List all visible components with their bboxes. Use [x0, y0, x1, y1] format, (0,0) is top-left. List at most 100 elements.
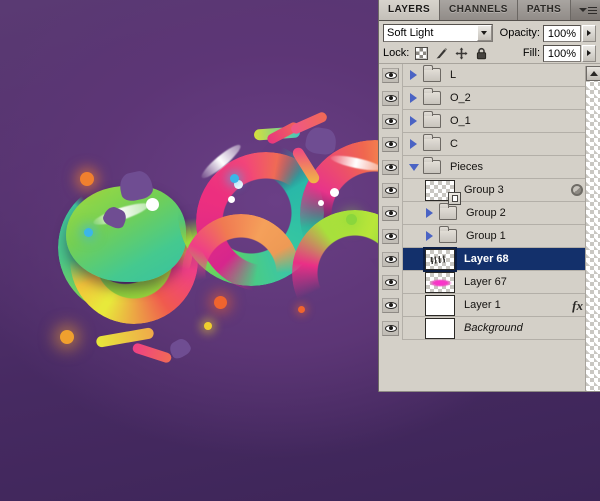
eye-icon — [384, 255, 397, 263]
chevron-right-icon — [587, 30, 591, 36]
eye-button[interactable] — [382, 228, 399, 244]
fill-label: Fill: — [522, 47, 540, 59]
layer-row-body[interactable]: Layer 1 fx — [403, 294, 600, 317]
fill-slider-button[interactable] — [582, 44, 596, 62]
layer-row[interactable]: Layer 68 — [379, 246, 600, 272]
layer-row[interactable]: Group 3 — [379, 178, 600, 205]
eye-button[interactable] — [382, 159, 399, 175]
chevron-down-icon — [481, 31, 488, 35]
layer-row[interactable]: O_1 — [379, 109, 600, 133]
chevron-right-icon — [410, 70, 417, 80]
layers-scrollbar[interactable] — [585, 66, 600, 392]
tab-paths[interactable]: PATHS — [517, 0, 572, 20]
layer-row-body[interactable]: Background — [403, 317, 600, 340]
eye-icon — [384, 163, 397, 171]
folder-icon — [423, 157, 441, 174]
layer-visibility-toggle[interactable] — [379, 178, 403, 202]
eye-button[interactable] — [382, 182, 399, 198]
layer-row-body[interactable]: Group 1 — [403, 225, 600, 248]
group-disclosure-triangle[interactable] — [423, 231, 436, 241]
layer-row-body[interactable]: Pieces — [403, 156, 600, 179]
eye-button[interactable] — [382, 136, 399, 152]
thumbnail-content — [429, 254, 451, 264]
eye-button[interactable] — [382, 67, 399, 83]
opacity-slider-button[interactable] — [582, 24, 596, 42]
layer-thumbnail[interactable] — [425, 317, 455, 339]
layer-row[interactable]: O_2 — [379, 86, 600, 110]
layer-row-body[interactable]: L — [403, 64, 600, 87]
eye-icon — [384, 324, 397, 332]
opacity-input[interactable]: 100% — [543, 24, 581, 42]
lock-buttons-group — [415, 46, 488, 60]
group-disclosure-triangle[interactable] — [407, 116, 420, 126]
group-disclosure-triangle[interactable] — [423, 208, 436, 218]
layer-name: Group 3 — [464, 184, 504, 196]
layer-row[interactable]: Layer 67 — [379, 270, 600, 294]
fx-icon[interactable]: fx — [572, 299, 583, 312]
panel-menu-icon[interactable] — [579, 4, 597, 16]
layer-visibility-toggle[interactable] — [379, 132, 403, 156]
layer-row-body[interactable]: Group 3 — [403, 179, 600, 205]
eye-icon — [384, 71, 397, 79]
fill-input[interactable]: 100% — [543, 44, 581, 62]
eye-button[interactable] — [382, 251, 399, 267]
layer-visibility-toggle[interactable] — [379, 63, 403, 87]
eye-button[interactable] — [382, 297, 399, 313]
lock-all-icon[interactable] — [475, 47, 488, 60]
layer-visibility-toggle[interactable] — [379, 247, 403, 271]
tab-channels[interactable]: CHANNELS — [440, 0, 518, 20]
layer-visibility-toggle[interactable] — [379, 293, 403, 317]
layer-row[interactable]: Pieces — [379, 155, 600, 179]
layer-visibility-toggle[interactable] — [379, 109, 403, 133]
chevron-right-icon — [587, 50, 591, 56]
layer-name: Layer 1 — [464, 299, 501, 311]
layer-row[interactable]: Layer 1 fx — [379, 293, 600, 317]
layer-thumbnail[interactable] — [425, 271, 455, 293]
group-disclosure-triangle[interactable] — [407, 70, 420, 80]
artwork-highlight-dot-center-2 — [228, 196, 235, 203]
group-disclosure-triangle[interactable] — [407, 163, 420, 171]
panel-menu-triangle-icon — [579, 8, 587, 12]
eye-button[interactable] — [382, 205, 399, 221]
layer-row[interactable]: Background — [379, 316, 600, 340]
layer-visibility-toggle[interactable] — [379, 316, 403, 340]
layer-thumbnail[interactable] — [425, 294, 455, 316]
eye-button[interactable] — [382, 113, 399, 129]
layer-visibility-toggle[interactable] — [379, 270, 403, 294]
layer-visibility-toggle[interactable] — [379, 86, 403, 110]
tab-layers[interactable]: LAYERS — [379, 0, 441, 20]
layer-row[interactable]: L — [379, 63, 600, 87]
artwork-highlight-dot-right-2 — [318, 200, 324, 206]
layer-row-body[interactable]: Layer 67 — [403, 271, 600, 294]
blend-mode-dropdown-arrow[interactable] — [476, 25, 492, 41]
lock-transparent-pixels-icon[interactable] — [415, 46, 429, 60]
chevron-right-icon — [426, 231, 433, 241]
layer-thumbnail[interactable] — [425, 179, 461, 205]
scroll-up-arrow-icon[interactable] — [586, 66, 600, 81]
layer-row[interactable]: Group 1 — [379, 224, 600, 248]
blend-mode-select[interactable]: Soft Light — [383, 24, 493, 42]
layer-visibility-toggle[interactable] — [379, 201, 403, 225]
layer-row[interactable]: C — [379, 132, 600, 156]
group-disclosure-triangle[interactable] — [407, 93, 420, 103]
layer-row-body[interactable]: O_1 — [403, 110, 600, 133]
lock-image-pixels-icon[interactable] — [435, 47, 448, 60]
eye-button[interactable] — [382, 274, 399, 290]
layer-name: Group 1 — [466, 230, 506, 242]
eye-button[interactable] — [382, 90, 399, 106]
layer-row-body[interactable]: O_2 — [403, 87, 600, 110]
layer-row-body[interactable]: Layer 68 — [403, 246, 600, 272]
layer-visibility-toggle[interactable] — [379, 155, 403, 179]
layer-row[interactable]: Group 2 — [379, 201, 600, 225]
artwork-glow-3 — [60, 330, 74, 344]
layer-row-body[interactable]: Group 2 — [403, 202, 600, 225]
artwork-ring-center-orange — [182, 214, 300, 332]
eye-button[interactable] — [382, 320, 399, 336]
group-disclosure-triangle[interactable] — [407, 139, 420, 149]
folder-icon — [439, 226, 457, 243]
layer-visibility-toggle[interactable] — [379, 224, 403, 248]
lock-position-icon[interactable] — [455, 47, 468, 60]
adjustment-circle-icon[interactable] — [571, 184, 583, 196]
layer-thumbnail[interactable] — [423, 246, 457, 272]
layer-row-body[interactable]: C — [403, 133, 600, 156]
